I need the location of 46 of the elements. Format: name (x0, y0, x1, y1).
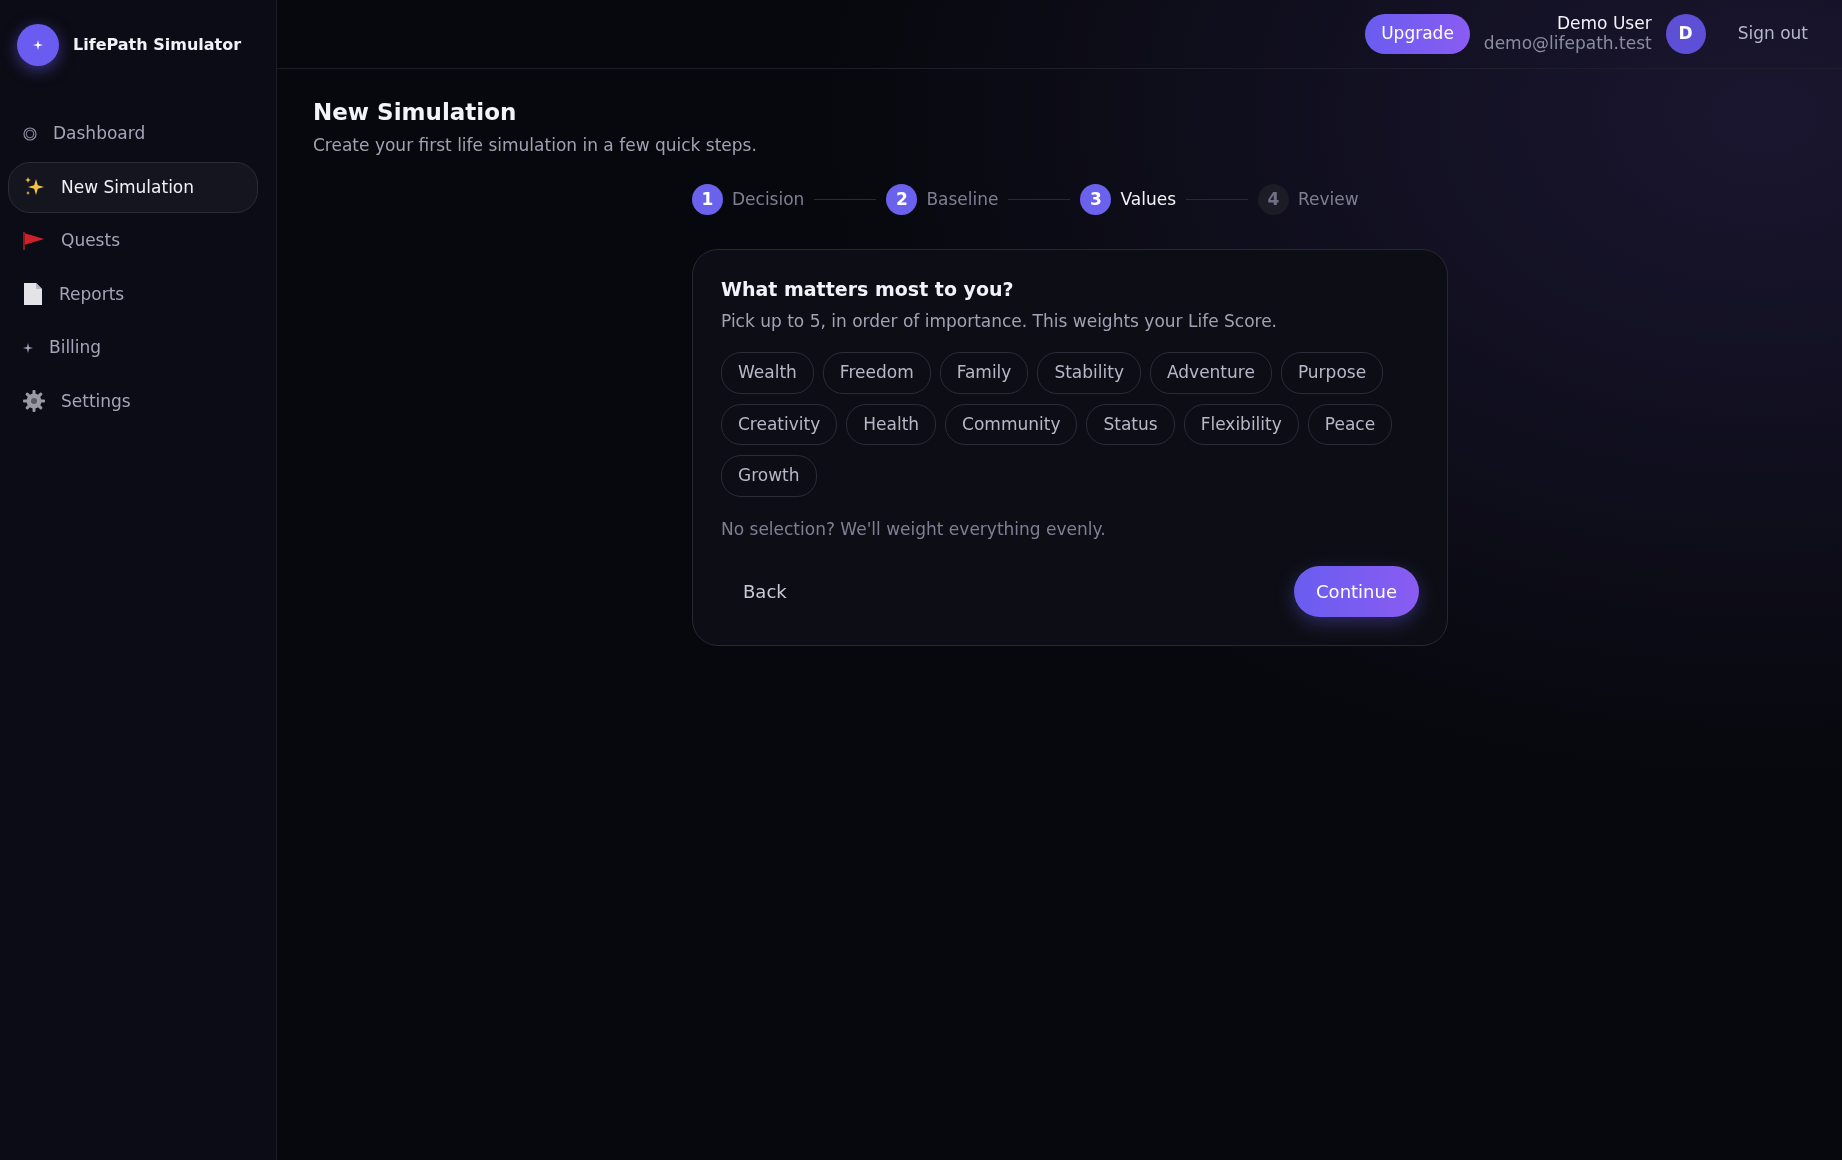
logo-icon (17, 24, 59, 66)
dashboard-icon (23, 126, 37, 141)
nav-item[interactable]: New Simulation (8, 161, 258, 213)
step-label: Decision (732, 187, 805, 211)
card-heading: What matters most to you? (721, 278, 1015, 301)
value-chip[interactable]: Health (846, 403, 937, 446)
value-chip[interactable]: Flexibility (1183, 403, 1299, 446)
value-chip[interactable]: Freedom (822, 352, 931, 394)
step-number: 3 (1080, 184, 1112, 216)
step-number: 2 (886, 184, 918, 216)
value-chip[interactable]: Status (1086, 403, 1175, 446)
page-subtitle: Create your first life simulation in a few quick steps. (313, 133, 758, 157)
hint-text: No selection? We'll weight everything evenly. (721, 517, 1107, 541)
value-chip[interactable]: Purpose (1280, 352, 1384, 394)
value-chip[interactable]: Growth (721, 455, 817, 497)
upgrade-button[interactable]: Upgrade (1365, 14, 1470, 54)
page-title: New Simulation (313, 99, 518, 127)
continue-button[interactable]: Continue (1294, 566, 1419, 618)
user-name: Demo User (1556, 14, 1652, 34)
value-chip[interactable]: Creativity (721, 403, 838, 446)
back-button[interactable]: Back (721, 568, 809, 616)
sparkle-icon (23, 342, 33, 353)
user-email: demo@lifepath.test (1483, 34, 1652, 54)
value-chip[interactable]: Peace (1307, 403, 1393, 446)
step-label: Values (1120, 187, 1176, 211)
value-chip[interactable]: Stability (1037, 352, 1141, 394)
nav-item[interactable]: Billing (8, 322, 258, 374)
nav-item[interactable]: Quests (8, 215, 258, 267)
value-chip[interactable]: Wealth (721, 352, 814, 394)
step-number: 4 (1258, 184, 1289, 216)
nav-item[interactable]: Settings (8, 375, 258, 427)
app-title: LifePath Simulator (73, 34, 242, 56)
sign-out-button[interactable]: Sign out (1731, 20, 1814, 48)
value-chip[interactable]: Community (945, 403, 1078, 446)
step-label: Baseline (926, 187, 999, 211)
document-icon (23, 283, 43, 306)
flag-icon (23, 231, 45, 250)
card-description: Pick up to 5, in order of importance. This weights your Life Score. (721, 309, 1279, 333)
nav-item[interactable]: Reports (8, 268, 258, 320)
avatar[interactable]: D (1665, 14, 1706, 54)
value-chip[interactable]: Family (939, 352, 1029, 394)
step-label: Review (1298, 187, 1359, 211)
nav-item[interactable]: Dashboard (8, 108, 258, 160)
value-chip[interactable]: Adventure (1149, 352, 1272, 394)
step-number: 1 (692, 184, 723, 216)
gear-icon (23, 390, 45, 413)
